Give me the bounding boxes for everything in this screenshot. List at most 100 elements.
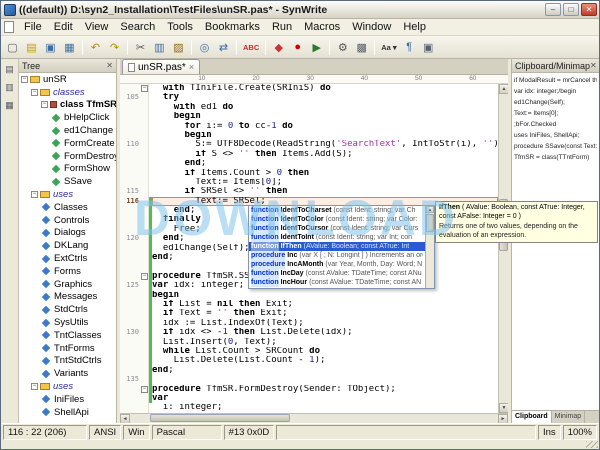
- spell-check-icon[interactable]: ABC: [240, 38, 262, 57]
- code-line-138[interactable]: i: integer;: [120, 403, 498, 412]
- tree-expander-icon[interactable]: −: [31, 191, 38, 198]
- tree-item-forms[interactable]: Forms: [19, 265, 116, 278]
- scrollbar-track[interactable]: [499, 94, 508, 403]
- completion-item-inchour[interactable]: functionIncHour(const AValue: TDateTime;…: [249, 278, 425, 287]
- font-size-icon[interactable]: Aa ▾: [378, 38, 399, 57]
- tree-item-class-tfmsr[interactable]: −class TfmSR: [19, 99, 116, 112]
- tree-item-tntstdctrls[interactable]: TntStdCtrls: [19, 355, 116, 368]
- code-line-126[interactable]: begin: [120, 291, 498, 300]
- tree-item-inifiles[interactable]: IniFiles: [19, 393, 116, 406]
- tree-item-dklang[interactable]: DKLang: [19, 239, 116, 252]
- fullscreen-icon[interactable]: ▣: [419, 38, 438, 57]
- resize-grip[interactable]: [586, 441, 598, 448]
- side-tab-clipboard[interactable]: Clipboard: [512, 411, 552, 423]
- completion-item-ifthen[interactable]: functionIfThen(AValue: Boolean; const AT…: [249, 242, 425, 251]
- tree-expander-icon[interactable]: −: [21, 76, 28, 83]
- fold-toggle-icon[interactable]: −: [141, 273, 148, 280]
- side-tab-minimap[interactable]: Minimap: [552, 411, 585, 423]
- new-file-icon[interactable]: ▢: [3, 38, 22, 57]
- menu-tools[interactable]: Tools: [161, 20, 199, 34]
- macro-play-icon[interactable]: ▶: [307, 38, 326, 57]
- tree-item-formcreate[interactable]: FormCreate: [19, 137, 116, 150]
- completion-item-inc[interactable]: procedureInc(var X [ ; N: Longint ] ) In…: [249, 251, 425, 260]
- close-button[interactable]: ✕: [581, 3, 597, 16]
- horizontal-scrollbar[interactable]: ◄ ►: [120, 413, 508, 423]
- tree-item-stdctrls[interactable]: StdCtrls: [19, 303, 116, 316]
- tree-item-tntclasses[interactable]: TntClasses: [19, 329, 116, 342]
- clips-panel-toggle-icon[interactable]: ▥: [2, 80, 17, 95]
- fold-toggle-icon[interactable]: −: [141, 386, 148, 393]
- tree-close-icon[interactable]: ✕: [106, 61, 113, 70]
- code-line-113[interactable]: if Items.Count > 0 then: [120, 169, 498, 178]
- completion-item-identtoint[interactable]: functionIdentToInt(const Ident: string; …: [249, 233, 425, 242]
- tree-item-classes[interactable]: Classes: [19, 201, 116, 214]
- menu-file[interactable]: File: [18, 20, 48, 34]
- title-bar[interactable]: ((default)) D:\syn2_Installation\TestFil…: [1, 1, 599, 19]
- code-line-115[interactable]: 115 if SRSel <> '' then: [120, 187, 498, 196]
- options-icon[interactable]: ⚙: [333, 38, 352, 57]
- cut-icon[interactable]: ✂: [131, 38, 150, 57]
- completion-item-incamonth[interactable]: procedureIncAMonth(var Year, Month, Day:…: [249, 260, 425, 269]
- redo-icon[interactable]: ↷: [105, 38, 124, 57]
- code-line-109[interactable]: begin: [120, 131, 498, 140]
- completion-item-identtocharset[interactable]: functionIdentToCharset(const Ident: stri…: [249, 206, 425, 215]
- tree-item-dialogs[interactable]: Dialogs: [19, 227, 116, 240]
- code-line-114[interactable]: Text:= Items[0];: [120, 178, 498, 187]
- maximize-button[interactable]: □: [563, 3, 579, 16]
- tree-item-sysutils[interactable]: SysUtils: [19, 316, 116, 329]
- scroll-up-icon[interactable]: ▲: [426, 206, 434, 213]
- completion-scrollbar[interactable]: ▲: [425, 206, 434, 288]
- code-line-128[interactable]: if Text = '' then Exit;: [120, 309, 498, 318]
- tree-expander-icon[interactable]: −: [31, 89, 38, 96]
- code-line-127[interactable]: if List = nil then Exit;: [120, 300, 498, 309]
- code-line-136[interactable]: −procedure TfmSR.FormDestroy(Sender: TOb…: [120, 385, 498, 394]
- save-file-icon[interactable]: ▣: [41, 38, 60, 57]
- encoding-indicator[interactable]: ANSI: [89, 425, 121, 440]
- clipboard-item[interactable]: if ModalResult = mrCancel then: [514, 75, 597, 86]
- menu-run[interactable]: Run: [266, 20, 298, 34]
- completion-item-incday[interactable]: functionIncDay(const AValue: TDateTime; …: [249, 269, 425, 278]
- tree-item-bhelpclick[interactable]: bHelpClick: [19, 111, 116, 124]
- code-line-133[interactable]: List.Delete(List.Count - 1);: [120, 356, 498, 365]
- scrollbar-track[interactable]: [130, 414, 498, 423]
- fold-toggle-icon[interactable]: −: [141, 85, 148, 92]
- code-line-104[interactable]: − with TIniFile.Create(SRIniS) do: [120, 84, 498, 93]
- code-line-108[interactable]: for i:= 0 to cc-1 do: [120, 122, 498, 131]
- tab-unsr-pas[interactable]: unSR.pas* ×: [122, 59, 200, 74]
- code-line-106[interactable]: with ed1 do: [120, 103, 498, 112]
- clipboard-item[interactable]: Text:= Items[0];: [514, 108, 597, 119]
- zoom-indicator[interactable]: 100%: [563, 425, 597, 440]
- tree-item-classes[interactable]: −classes: [19, 86, 116, 99]
- code-line-112[interactable]: end;: [120, 159, 498, 168]
- tree-item-ssave[interactable]: SSave: [19, 175, 116, 188]
- paste-icon[interactable]: ▨: [169, 38, 188, 57]
- code-line-111[interactable]: if S <> '' then Items.Add(S);: [120, 150, 498, 159]
- insert-mode-indicator[interactable]: Ins: [538, 425, 561, 440]
- minimize-button[interactable]: –: [545, 3, 561, 16]
- clipboard-item[interactable]: TfmSR = class(TTntForm): [514, 152, 597, 163]
- clipboard-close-icon[interactable]: ✕: [590, 61, 597, 70]
- code-line-132[interactable]: while List.Count > SRCount do: [120, 347, 498, 356]
- code-line-130[interactable]: 130 if idx <> -1 then List.Delete(idx);: [120, 328, 498, 337]
- menu-edit[interactable]: Edit: [48, 20, 79, 34]
- menu-search[interactable]: Search: [114, 20, 161, 34]
- code-line-107[interactable]: begin: [120, 112, 498, 121]
- open-file-icon[interactable]: ▤: [22, 38, 41, 57]
- save-all-icon[interactable]: ▦: [60, 38, 79, 57]
- menu-help[interactable]: Help: [397, 20, 432, 34]
- bookmark-icon[interactable]: ◆: [269, 38, 288, 57]
- tree-expander-icon[interactable]: −: [41, 101, 48, 108]
- code-line-110[interactable]: 110 S:= UTF8Decode(ReadString('SearchTex…: [120, 140, 498, 149]
- tree-item-tntforms[interactable]: TntForms: [19, 342, 116, 355]
- menu-bookmarks[interactable]: Bookmarks: [199, 20, 266, 34]
- tree-item-uses[interactable]: −uses: [19, 380, 116, 393]
- find-icon[interactable]: ◎: [195, 38, 214, 57]
- undo-icon[interactable]: ↶: [86, 38, 105, 57]
- clipboard-item[interactable]: var idx: integer;/begin: [514, 86, 597, 97]
- word-wrap-icon[interactable]: ¶: [400, 38, 419, 57]
- clipboard-item[interactable]: uses IniFiles, ShellApi;: [514, 130, 597, 141]
- vertical-scrollbar[interactable]: ▲ ▼: [498, 84, 508, 413]
- menu-macros[interactable]: Macros: [298, 20, 346, 34]
- tree-item-extctrls[interactable]: ExtCtrls: [19, 252, 116, 265]
- menu-view[interactable]: View: [79, 20, 115, 34]
